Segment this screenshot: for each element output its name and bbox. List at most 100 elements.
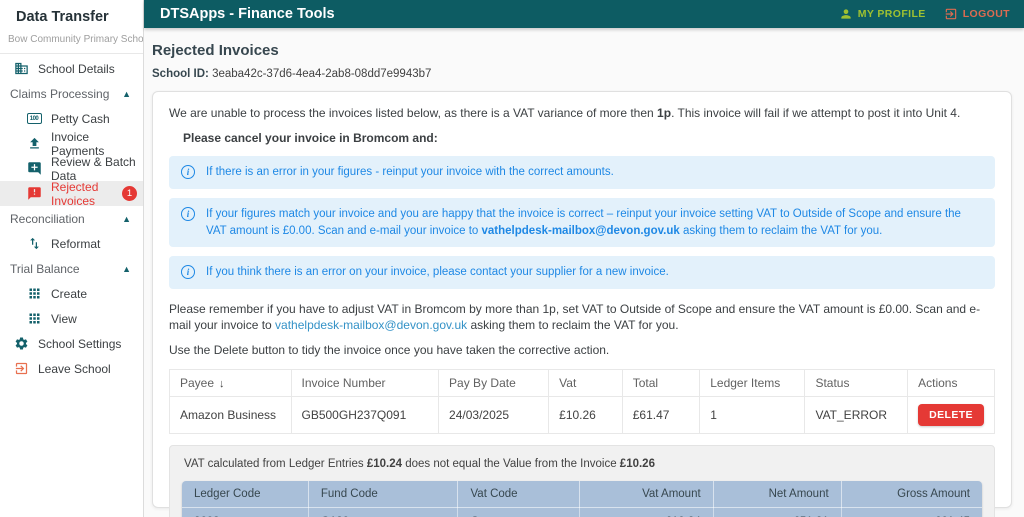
- cell-total: £61.47: [622, 396, 700, 433]
- sidebar-item-review-batch-data[interactable]: Review & Batch Data: [0, 156, 143, 181]
- table-header-row: Payee↓ Invoice Number Pay By Date Vat To…: [170, 369, 995, 396]
- sidebar-item-label: School Details: [38, 62, 115, 76]
- sidebar-item-label: Create: [51, 287, 87, 301]
- sidebar-item-label: Invoice Payments: [51, 130, 137, 158]
- col-header-net-amount: Net Amount: [713, 481, 841, 508]
- sidebar-item-invoice-payments[interactable]: Invoice Payments: [0, 131, 143, 156]
- sidebar-section-label: Reconciliation: [10, 212, 85, 226]
- rejected-invoices-table: Payee↓ Invoice Number Pay By Date Vat To…: [169, 369, 995, 434]
- sidebar-item-petty-cash[interactable]: 100 Petty Cash: [0, 106, 143, 131]
- col-header-fund-code: Fund Code: [308, 481, 458, 508]
- alert-text: If there is an error in your figures - r…: [206, 164, 614, 181]
- remember-paragraph: Please remember if you have to adjust VA…: [169, 301, 995, 333]
- col-header-ledger-items[interactable]: Ledger Items: [700, 369, 805, 396]
- col-header-total[interactable]: Total: [622, 369, 700, 396]
- cell-invoice-number: GB500GH237Q091: [291, 396, 439, 433]
- ledger-row: 2603 G120 C £10.24 £51.21 £61.45: [182, 507, 982, 517]
- sidebar-item-label: View: [51, 312, 77, 326]
- sidebar-section-label: Claims Processing: [10, 87, 109, 101]
- cell-vat-amount: £10.24: [580, 507, 714, 517]
- grid-icon: [26, 286, 42, 301]
- school-id: School ID: 3eaba42c-37d6-4ea4-2ab8-08dd7…: [152, 68, 1012, 80]
- col-header-vat[interactable]: Vat: [549, 369, 623, 396]
- col-header-pay-by-date[interactable]: Pay By Date: [439, 369, 549, 396]
- building-icon: [13, 61, 29, 76]
- col-header-payee[interactable]: Payee↓: [170, 369, 292, 396]
- info-icon: i: [181, 265, 195, 279]
- info-alert-1: i If there is an error in your figures -…: [169, 156, 995, 189]
- sidebar-school-name: Bow Community Primary School: [0, 31, 143, 54]
- sidebar-item-label: Petty Cash: [51, 112, 110, 126]
- my-profile-button[interactable]: MY PROFILE: [839, 7, 926, 21]
- col-header-vat-code: Vat Code: [458, 481, 580, 508]
- sidebar-item-label: Rejected Invoices: [51, 180, 111, 208]
- app-title: DTSApps - Finance Tools: [160, 6, 839, 22]
- sidebar-section-trial-balance[interactable]: Trial Balance ▲: [0, 256, 143, 281]
- exit-icon: [13, 361, 29, 376]
- cell-payee: Amazon Business: [170, 396, 292, 433]
- upload-icon: [26, 136, 42, 151]
- sidebar-item-rejected-invoices[interactable]: Rejected Invoices 1: [0, 181, 143, 206]
- sidebar-item-leave-school[interactable]: Leave School: [0, 356, 143, 381]
- chevron-up-icon: ▲: [122, 214, 131, 224]
- ledger-entries-table: Ledger Code Fund Code Vat Code Vat Amoun…: [182, 481, 982, 517]
- intro-paragraph: We are unable to process the invoices li…: [169, 105, 995, 121]
- cell-gross-amount: £61.45: [841, 507, 982, 517]
- school-id-value: 3eaba42c-37d6-4ea4-2ab8-08dd7e9943b7: [212, 68, 431, 80]
- col-header-invoice-number[interactable]: Invoice Number: [291, 369, 439, 396]
- comment-exclaim-icon: [26, 186, 42, 201]
- page-title: Rejected Invoices: [152, 42, 1012, 59]
- sidebar-title: Data Transfer: [0, 0, 143, 31]
- intro-text: We are unable to process the invoices li…: [169, 106, 657, 120]
- header-actions: MY PROFILE LOGOUT: [839, 7, 1010, 21]
- sidebar-item-create[interactable]: Create: [0, 281, 143, 306]
- info-alert-2: i If your figures match your invoice and…: [169, 198, 995, 247]
- school-id-label: School ID:: [152, 68, 209, 80]
- sidebar: Data Transfer Bow Community Primary Scho…: [0, 0, 144, 517]
- ledger-header-row: Ledger Code Fund Code Vat Code Vat Amoun…: [182, 481, 982, 508]
- sidebar-item-label: Review & Batch Data: [51, 155, 137, 183]
- col-header-gross-amount: Gross Amount: [841, 481, 982, 508]
- person-icon: [839, 7, 853, 21]
- cell-net-amount: £51.21: [713, 507, 841, 517]
- col-header-vat-amount: Vat Amount: [580, 481, 714, 508]
- my-profile-label: MY PROFILE: [858, 8, 926, 20]
- vat-helpdesk-email-link[interactable]: vathelpdesk-mailbox@devon.gov.uk: [275, 318, 467, 332]
- col-header-ledger-code: Ledger Code: [182, 481, 308, 508]
- sidebar-item-reformat[interactable]: Reformat: [0, 231, 143, 256]
- sidebar-section-claims-processing[interactable]: Claims Processing ▲: [0, 81, 143, 106]
- sidebar-item-label: Leave School: [38, 362, 111, 376]
- cell-vat: £10.26: [549, 396, 623, 433]
- sidebar-item-school-settings[interactable]: School Settings: [0, 331, 143, 356]
- logout-label: LOGOUT: [963, 8, 1010, 20]
- sidebar-item-school-details[interactable]: School Details: [0, 56, 143, 81]
- delete-button[interactable]: DELETE: [918, 404, 984, 426]
- cell-vat-code: C: [458, 507, 580, 517]
- sidebar-section-reconciliation[interactable]: Reconciliation ▲: [0, 206, 143, 231]
- app-header: DTSApps - Finance Tools MY PROFILE LOGOU…: [144, 0, 1024, 28]
- chevron-up-icon: ▲: [122, 264, 131, 274]
- invoice-row: Amazon Business GB500GH237Q091 24/03/202…: [170, 396, 995, 433]
- cancel-instruction: Please cancel your invoice in Bromcom an…: [183, 130, 995, 146]
- import-export-icon: [26, 236, 42, 251]
- logout-button[interactable]: LOGOUT: [944, 7, 1010, 21]
- sort-descending-icon: ↓: [219, 378, 225, 390]
- alert-text: If your figures match your invoice and y…: [206, 206, 983, 239]
- cell-pay-by-date: 24/03/2025: [439, 396, 549, 433]
- comment-plus-icon: [26, 161, 42, 176]
- cell-fund-code: G120: [308, 507, 458, 517]
- sidebar-nav: School Details Claims Processing ▲ 100 P…: [0, 54, 143, 381]
- info-icon: i: [181, 207, 195, 221]
- banknote-icon: 100: [26, 113, 42, 124]
- cell-ledger-items: 1: [700, 396, 805, 433]
- page-content: Rejected Invoices School ID: 3eaba42c-37…: [144, 28, 1024, 517]
- vat-helpdesk-email[interactable]: vathelpdesk-mailbox@devon.gov.uk: [482, 225, 680, 237]
- sidebar-item-view[interactable]: View: [0, 306, 143, 331]
- intro-text: . This invoice will fail if we attempt t…: [671, 106, 960, 120]
- intro-bold: 1p: [657, 106, 671, 120]
- main-area: DTSApps - Finance Tools MY PROFILE LOGOU…: [144, 0, 1024, 517]
- alert-text: If you think there is an error on your i…: [206, 264, 669, 281]
- rejected-invoices-card: We are unable to process the invoices li…: [152, 91, 1012, 508]
- col-header-status[interactable]: Status: [805, 369, 908, 396]
- rejected-count-badge: 1: [122, 186, 137, 201]
